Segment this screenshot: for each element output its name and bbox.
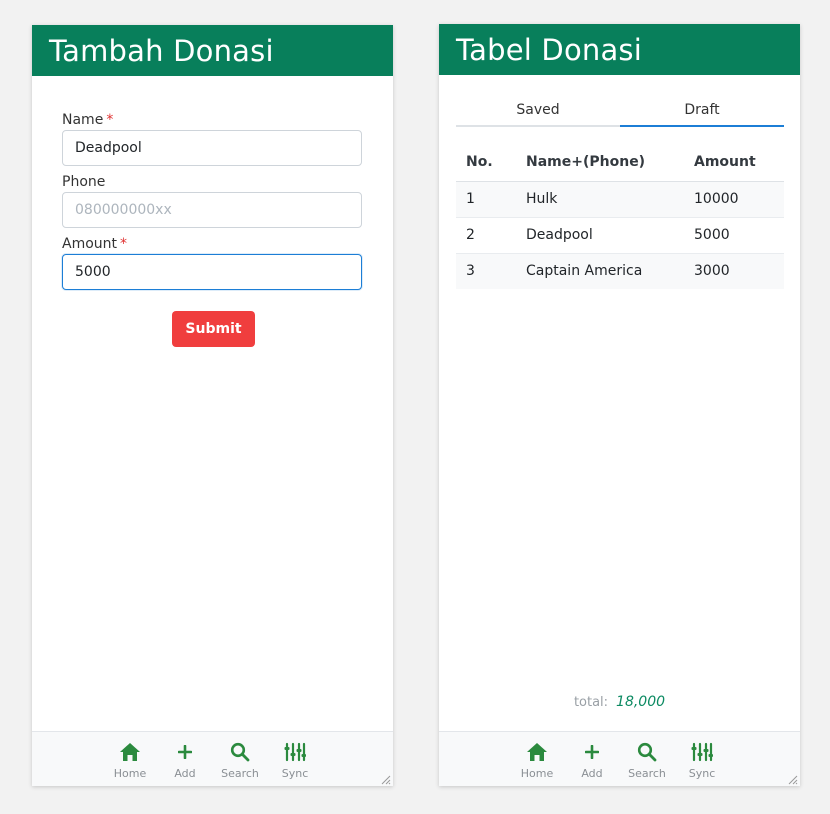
nav-home[interactable]: Home bbox=[515, 740, 559, 786]
page-title: Tambah Donasi bbox=[32, 25, 393, 76]
row-amount: 5000 bbox=[684, 217, 784, 254]
sliders-icon bbox=[284, 740, 306, 764]
tab-draft[interactable]: Draft bbox=[620, 96, 784, 127]
nav-home-label: Home bbox=[520, 767, 554, 780]
column-header-amount: Amount bbox=[684, 143, 784, 182]
nav-search[interactable]: Search bbox=[218, 740, 262, 786]
home-icon bbox=[119, 740, 141, 764]
bottom-nav: Home Add Search Sync bbox=[32, 731, 393, 786]
nav-search-label: Search bbox=[221, 767, 259, 780]
amount-label-text: Amount bbox=[62, 236, 118, 252]
row-amount: 10000 bbox=[684, 181, 784, 218]
plus-icon bbox=[585, 740, 599, 764]
nav-sync-label: Sync bbox=[688, 767, 716, 780]
submit-button[interactable]: Submit bbox=[172, 311, 255, 347]
phone-field[interactable] bbox=[62, 192, 362, 228]
tab-saved[interactable]: Saved bbox=[456, 96, 620, 127]
donation-form: Name* Phone Amount* bbox=[62, 111, 362, 290]
required-mark: * bbox=[120, 236, 128, 252]
row-amount: 3000 bbox=[684, 253, 784, 289]
nav-add-label: Add bbox=[581, 767, 603, 780]
total-value: 18,000 bbox=[616, 694, 666, 710]
tab-bar: Saved Draft bbox=[456, 96, 784, 127]
nav-sync[interactable]: Sync bbox=[273, 740, 317, 786]
table-header-row: No. Name+(Phone) Amount bbox=[456, 143, 784, 182]
nav-add[interactable]: Add bbox=[570, 740, 614, 786]
amount-field[interactable] bbox=[62, 254, 362, 290]
home-icon bbox=[526, 740, 548, 764]
resize-handle-icon[interactable] bbox=[786, 772, 798, 785]
donation-table: No. Name+(Phone) Amount 1 Hulk 10000 2 D… bbox=[456, 143, 784, 289]
add-donation-panel: Tambah Donasi Name* Phone Amount* Submit… bbox=[32, 25, 393, 786]
table-row: 3 Captain America 3000 bbox=[456, 253, 784, 289]
table-row: 1 Hulk 10000 bbox=[456, 181, 784, 218]
page-title: Tabel Donasi bbox=[439, 24, 800, 75]
amount-label: Amount * bbox=[62, 235, 362, 253]
phone-label: Phone bbox=[62, 174, 106, 190]
nav-search[interactable]: Search bbox=[625, 740, 669, 786]
required-mark: * bbox=[106, 112, 114, 128]
donation-table-panel: Tabel Donasi Saved Draft No. Name+(Phone… bbox=[439, 24, 800, 786]
row-no: 3 bbox=[456, 253, 516, 289]
search-icon bbox=[637, 740, 657, 764]
search-icon bbox=[230, 740, 250, 764]
row-no: 1 bbox=[456, 181, 516, 218]
column-header-name: Name+(Phone) bbox=[516, 143, 684, 182]
name-field[interactable] bbox=[62, 130, 362, 166]
resize-handle-icon[interactable] bbox=[379, 772, 391, 785]
nav-add[interactable]: Add bbox=[163, 740, 207, 786]
row-no: 2 bbox=[456, 217, 516, 254]
nav-sync-label: Sync bbox=[281, 767, 309, 780]
nav-home-label: Home bbox=[113, 767, 147, 780]
total-summary: total: 18,000 bbox=[439, 691, 800, 710]
bottom-nav: Home Add Search Sync bbox=[439, 731, 800, 786]
sliders-icon bbox=[691, 740, 713, 764]
row-name: Hulk bbox=[516, 181, 684, 218]
nav-search-label: Search bbox=[628, 767, 666, 780]
row-name: Captain America bbox=[516, 253, 684, 289]
name-label-text: Name bbox=[62, 112, 104, 128]
plus-icon bbox=[178, 740, 192, 764]
row-name: Deadpool bbox=[516, 217, 684, 254]
table-row: 2 Deadpool 5000 bbox=[456, 217, 784, 254]
column-header-no: No. bbox=[456, 143, 516, 182]
nav-add-label: Add bbox=[174, 767, 196, 780]
nav-home[interactable]: Home bbox=[108, 740, 152, 786]
total-label: total: bbox=[573, 695, 609, 710]
nav-sync[interactable]: Sync bbox=[680, 740, 724, 786]
name-label: Name * bbox=[62, 111, 362, 129]
